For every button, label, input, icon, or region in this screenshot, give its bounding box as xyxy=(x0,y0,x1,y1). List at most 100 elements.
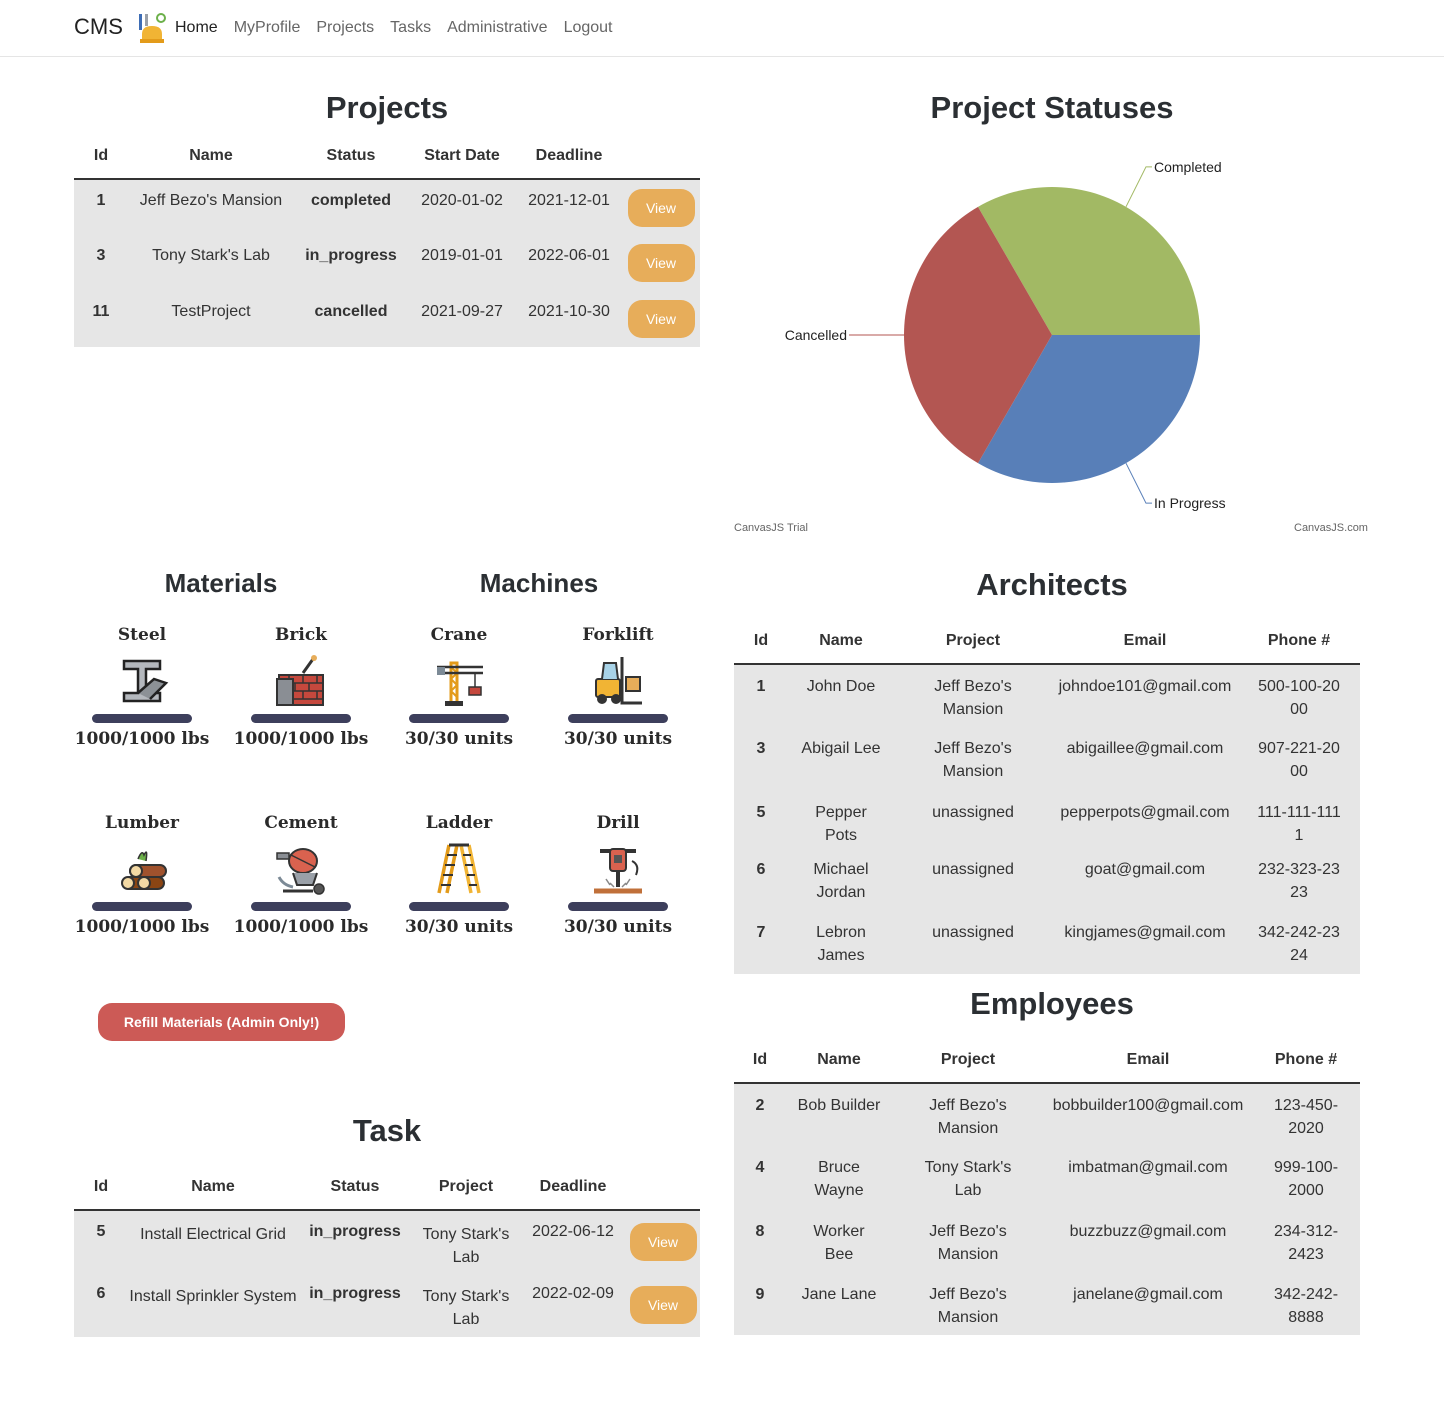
nav-links: Home MyProfile Projects Tasks Administra… xyxy=(175,19,613,37)
col-phone: Phone # xyxy=(1238,619,1360,665)
cell-project-text: unassigned xyxy=(932,924,1014,941)
cell-phone: 500-100-2000 xyxy=(1238,664,1360,727)
cell-name: Install Sprinkler System xyxy=(128,1273,298,1337)
cell-name-text: Michael Jordan xyxy=(813,861,869,901)
item-name: Brick xyxy=(275,625,327,645)
cell-phone-text: 500-100-2000 xyxy=(1258,678,1340,718)
cell-email: imbatman@gmail.com xyxy=(1044,1146,1252,1210)
pie-label: Completed xyxy=(1154,159,1222,175)
jackhammer-drill-icon xyxy=(594,848,642,894)
view-button[interactable]: View xyxy=(627,244,695,282)
material-brick: Brick 1000/1000 lbs xyxy=(221,625,381,749)
cell-email: abigaillee@gmail.com xyxy=(1052,727,1238,791)
nav-administrative[interactable]: Administrative xyxy=(447,19,547,37)
machine-ladder: Ladder 30/30 units xyxy=(379,813,539,937)
nav-tasks[interactable]: Tasks xyxy=(390,19,431,37)
view-button[interactable]: View xyxy=(627,300,695,338)
cell-id: 2 xyxy=(734,1083,786,1146)
cell-id: 6 xyxy=(734,848,788,911)
status-badge: in_progress xyxy=(298,1273,412,1337)
cell-project-text: Jeff Bezo's Mansion xyxy=(929,1223,1007,1263)
cell-deadline: 2021-12-01 xyxy=(516,179,622,235)
cell-name: Pepper Pots xyxy=(788,791,894,848)
cell-id: 1 xyxy=(74,179,128,235)
table-row: 8 Worker Bee Jeff Bezo's Mansion buzzbuzz@g… xyxy=(734,1210,1360,1273)
view-button[interactable]: View xyxy=(629,1223,697,1261)
cell-email: buzzbuzz@gmail.com xyxy=(1044,1210,1252,1273)
table-row: 9 Jane Lane Jeff Bezo's Mansion janelane@gm… xyxy=(734,1273,1360,1335)
nav-myprofile[interactable]: MyProfile xyxy=(234,19,301,37)
col-project: Project xyxy=(892,1038,1044,1084)
cell-name-text: Abigail Lee xyxy=(801,740,881,757)
employees-title: Employees xyxy=(970,986,1134,1021)
cell-name: Bruce Wayne xyxy=(786,1146,892,1210)
chart-watermark-trial: CanvasJS Trial xyxy=(734,522,808,534)
col-id: Id xyxy=(74,1165,128,1211)
table-row: 1 John Doe Jeff Bezo's Mansion johndoe101@g… xyxy=(734,664,1360,727)
cell-id: 3 xyxy=(74,235,128,291)
chart-title: Project Statuses xyxy=(930,90,1174,125)
stock-bar xyxy=(568,902,668,911)
nav-home[interactable]: Home xyxy=(175,19,218,37)
table-row: 5 Pepper Pots unassigned pepperpots@gmail.c… xyxy=(734,791,1360,848)
forklift-icon xyxy=(595,657,642,705)
steel-beam-icon xyxy=(122,659,169,703)
lumber-logs-icon xyxy=(121,851,167,890)
col-name: Name xyxy=(128,1165,298,1211)
cell-phone: 234-312-2423 xyxy=(1252,1210,1360,1273)
crane-icon xyxy=(437,661,483,706)
item-name: Lumber xyxy=(105,813,179,833)
cell-email: kingjames@gmail.com xyxy=(1052,911,1238,974)
cell-phone-text: 111-111-1111 xyxy=(1257,804,1341,844)
table-row: 1 Jeff Bezo's Mansion completed 2020-01-… xyxy=(74,179,700,235)
nav-logout[interactable]: Logout xyxy=(564,19,613,37)
view-button[interactable]: View xyxy=(627,188,695,227)
status-badge: completed xyxy=(294,179,408,235)
cell-project: unassigned xyxy=(894,911,1052,974)
table-row: 2 Bob Builder Jeff Bezo's Mansion bobbuilde… xyxy=(734,1083,1360,1146)
cell-name: Lebron James xyxy=(788,911,894,974)
cell-project: unassigned xyxy=(894,791,1052,848)
item-name: Drill xyxy=(596,813,640,833)
table-row: 3 Abigail Lee Jeff Bezo's Mansion abigaille… xyxy=(734,727,1360,791)
stock-bar xyxy=(92,714,192,723)
cell-name: John Doe xyxy=(788,664,894,727)
project-status-pie-chart: Completed In Progress Cancelled xyxy=(785,159,1226,511)
refill-materials-button[interactable]: Refill Materials (Admin Only!) xyxy=(98,1003,345,1041)
machine-crane: Crane 30/30 units xyxy=(379,625,539,749)
col-id: Id xyxy=(734,619,788,665)
cell-start-date: 2019-01-01 xyxy=(408,235,516,291)
nav-projects[interactable]: Projects xyxy=(316,19,374,37)
cell-email: johndoe101@gmail.com xyxy=(1052,664,1238,727)
cell-project-text: Jeff Bezo's Mansion xyxy=(929,1286,1007,1326)
view-button[interactable]: View xyxy=(629,1286,697,1324)
table-row: 6 Install Sprinkler System in_progress T… xyxy=(74,1273,700,1337)
employees-table: Id Name Project Email Phone # 2 Bob Build… xyxy=(734,1038,1360,1335)
cell-phone-text: 234-312-2423 xyxy=(1273,1223,1339,1263)
machine-forklift: Forklift 30/30 units xyxy=(538,625,698,749)
cell-project: Jeff Bezo's Mansion xyxy=(892,1083,1044,1146)
chart-watermark-link[interactable]: CanvasJS.com xyxy=(1294,522,1368,534)
cell-name: Michael Jordan xyxy=(788,848,894,911)
cell-name-text: Worker Bee xyxy=(813,1223,865,1263)
cell-project-text: Jeff Bezo's Mansion xyxy=(934,678,1012,718)
cell-start-date: 2020-01-02 xyxy=(408,179,516,235)
cell-name: Bob Builder xyxy=(786,1083,892,1146)
cell-email: bobbuilder100@gmail.com xyxy=(1044,1083,1252,1146)
table-row: 7 Lebron James unassigned kingjames@gmail.c… xyxy=(734,911,1360,974)
cell-email: pepperpots@gmail.com xyxy=(1052,791,1238,848)
cell-project-text: unassigned xyxy=(932,861,1014,878)
cell-name-text: Pepper Pots xyxy=(815,804,867,844)
stock-bar xyxy=(251,902,351,911)
item-amount: 1000/1000 lbs xyxy=(74,917,210,937)
cell-id: 6 xyxy=(74,1273,128,1337)
materials-title: Materials xyxy=(164,568,278,598)
cell-phone: 111-111-1111 xyxy=(1238,791,1360,848)
table-row: 6 Michael Jordan unassigned goat@gmail.com 2… xyxy=(734,848,1360,911)
col-phone: Phone # xyxy=(1252,1038,1360,1084)
col-deadline: Deadline xyxy=(520,1165,626,1211)
brand[interactable]: CMS xyxy=(74,14,123,40)
machine-drill: Drill 30/30 units xyxy=(538,813,698,937)
status-badge: in_progress xyxy=(298,1210,412,1273)
cell-phone-text: 342-242-8888 xyxy=(1273,1286,1339,1326)
